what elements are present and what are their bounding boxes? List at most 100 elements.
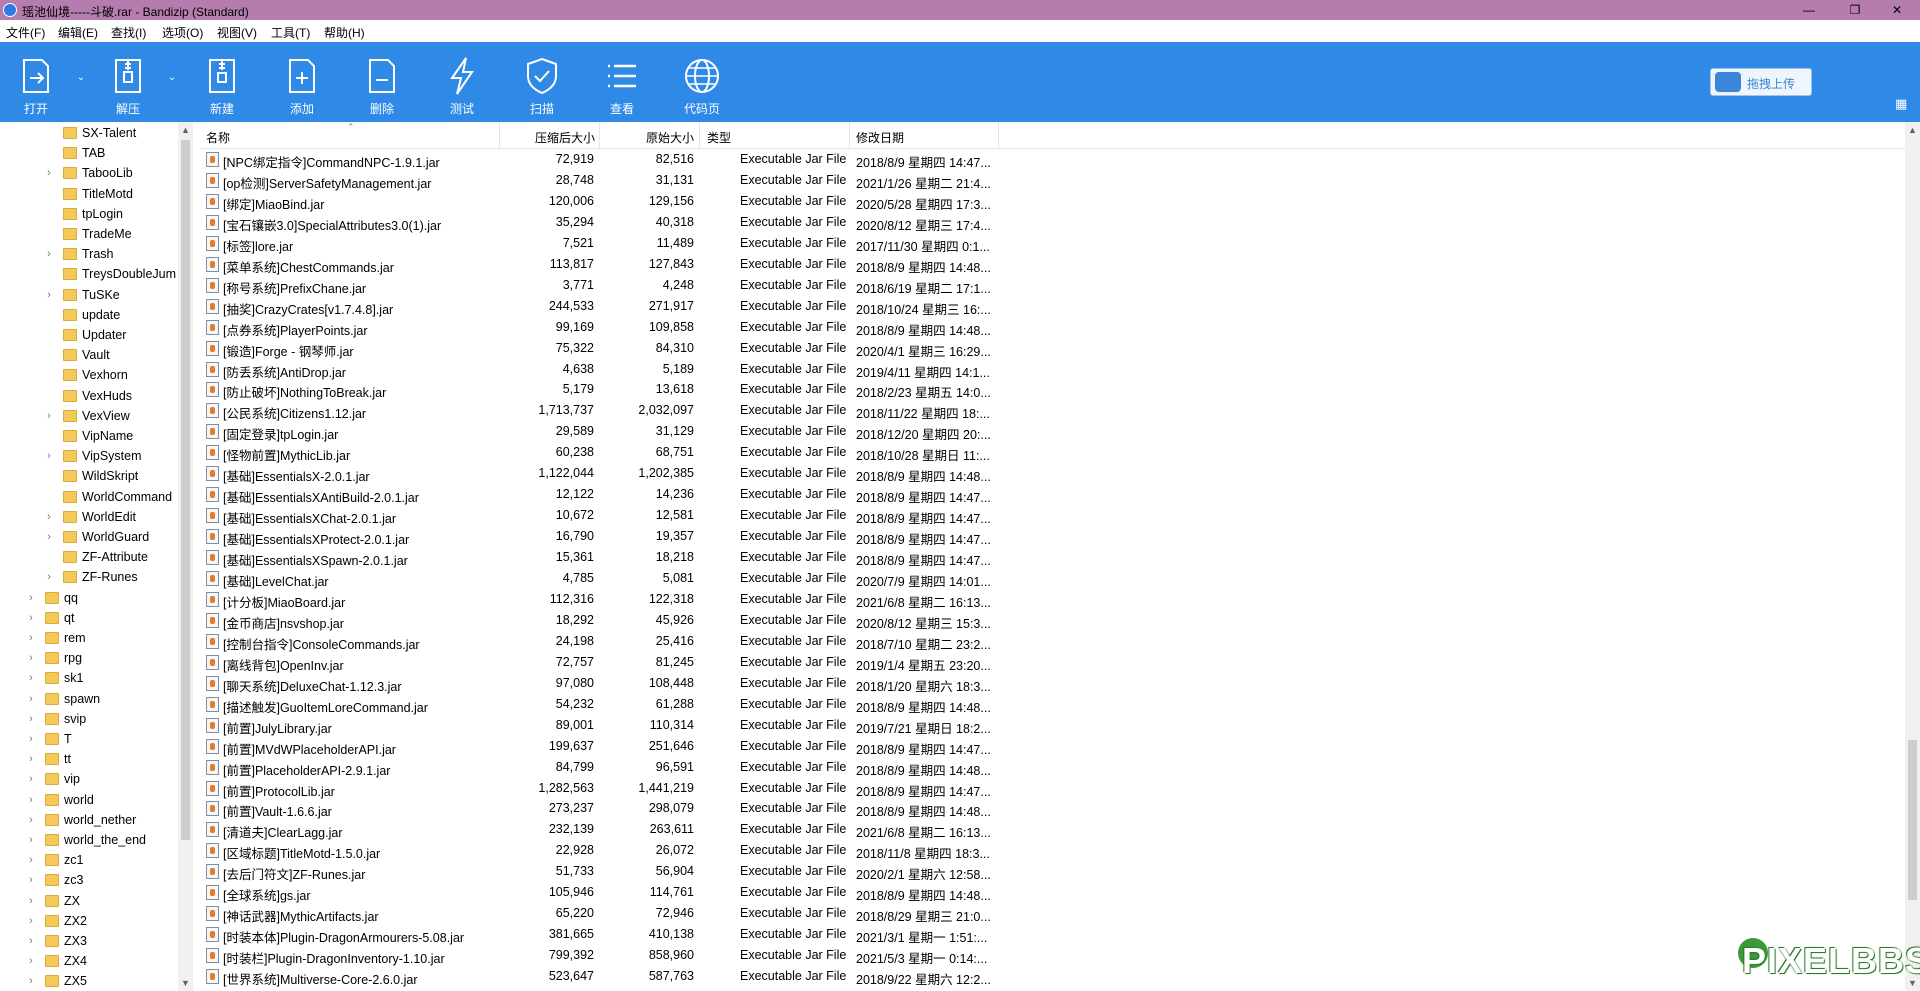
menu-help[interactable]: 帮助(H) bbox=[324, 24, 365, 41]
expand-arrow-icon[interactable]: › bbox=[26, 733, 36, 745]
tree-item[interactable]: TAB bbox=[0, 144, 178, 164]
expand-arrow-icon[interactable]: › bbox=[26, 612, 36, 624]
menu-options[interactable]: 选项(O) bbox=[162, 24, 203, 41]
expand-arrow-icon[interactable]: › bbox=[26, 955, 36, 967]
expand-arrow-icon[interactable]: › bbox=[26, 632, 36, 644]
expand-arrow-icon[interactable]: › bbox=[44, 531, 54, 543]
file-row[interactable]: [基础]EssentialsXSpawn-2.0.1.jar 15,361 18,2… bbox=[200, 547, 1000, 568]
file-row[interactable]: [基础]LevelChat.jar 4,785 5,081 Executable Ja… bbox=[200, 568, 1000, 589]
expand-arrow-icon[interactable]: › bbox=[26, 652, 36, 664]
tree-item[interactable]: › VipSystem bbox=[0, 447, 178, 467]
tree-item[interactable]: › Trash bbox=[0, 245, 178, 265]
expand-arrow-icon[interactable]: › bbox=[26, 753, 36, 765]
menu-edit[interactable]: 编辑(E) bbox=[58, 24, 98, 41]
add-button[interactable]: 添加 bbox=[272, 42, 332, 122]
file-row[interactable]: [前置]ProtocolLib.jar 1,282,563 1,441,219 Exe… bbox=[200, 778, 1000, 799]
tree-item[interactable]: › rpg bbox=[0, 649, 178, 669]
tree-item[interactable]: › sk1 bbox=[0, 669, 178, 689]
extract-dropdown-arrow[interactable]: ⌄ bbox=[166, 72, 178, 84]
file-row[interactable]: [抽奖]CrazyCrates[v1.7.4.8].jar 244,533 271,… bbox=[200, 296, 1000, 317]
expand-arrow-icon[interactable]: › bbox=[26, 672, 36, 684]
grid-view-icon[interactable]: ▦ bbox=[1895, 96, 1909, 111]
extract-button[interactable]: 解压 bbox=[98, 42, 158, 122]
file-row[interactable]: [菜单系统]ChestCommands.jar 113,817 127,843 Exe… bbox=[200, 254, 1000, 275]
tree-item[interactable]: WildSkript bbox=[0, 467, 178, 487]
tree-item[interactable]: › qq bbox=[0, 589, 178, 609]
expand-arrow-icon[interactable]: › bbox=[26, 895, 36, 907]
file-row[interactable]: [金币商店]nsvshop.jar 18,292 45,926 Executable … bbox=[200, 610, 1000, 631]
tree-item[interactable]: › tt bbox=[0, 750, 178, 770]
file-row[interactable]: [时装本体]Plugin-DragonArmourers-5.08.jar 381… bbox=[200, 924, 1000, 945]
tree-item[interactable]: › rem bbox=[0, 629, 178, 649]
expand-arrow-icon[interactable]: › bbox=[44, 571, 54, 583]
file-row[interactable]: [世界系统]Multiverse-Core-2.6.0.jar 523,647 58… bbox=[200, 966, 1000, 987]
tree-item[interactable]: update bbox=[0, 306, 178, 326]
column-separator[interactable] bbox=[599, 122, 600, 148]
tree-item[interactable]: › TabooLib bbox=[0, 164, 178, 184]
file-row[interactable]: [称号系统]PrefixChane.jar 3,771 4,248 Executabl… bbox=[200, 275, 1000, 296]
file-row[interactable]: [神话武器]MythicArtifacts.jar 65,220 72,946 Exe… bbox=[200, 903, 1000, 924]
scrollbar-thumb[interactable] bbox=[1908, 740, 1917, 900]
scroll-down-arrow[interactable]: ▼ bbox=[178, 975, 193, 991]
expand-arrow-icon[interactable]: › bbox=[26, 834, 36, 846]
expand-arrow-icon[interactable]: › bbox=[26, 794, 36, 806]
file-row[interactable]: [怪物前置]MythicLib.jar 60,238 68,751 Executabl… bbox=[200, 442, 1000, 463]
expand-arrow-icon[interactable]: › bbox=[44, 511, 54, 523]
tree-item[interactable]: › WorldGuard bbox=[0, 528, 178, 548]
file-row[interactable]: [去后门符文]ZF-Runes.jar 51,733 56,904 Executabl… bbox=[200, 861, 1000, 882]
tree-item[interactable]: Vault bbox=[0, 346, 178, 366]
menu-tools[interactable]: 工具(T) bbox=[271, 24, 310, 41]
file-row[interactable]: [NPC绑定指令]CommandNPC-1.9.1.jar 72,919 82,51… bbox=[200, 149, 1000, 170]
column-separator[interactable] bbox=[998, 122, 999, 148]
tree-item[interactable]: › T bbox=[0, 730, 178, 750]
file-row[interactable]: [基础]EssentialsXChat-2.0.1.jar 10,672 12,58… bbox=[200, 505, 1000, 526]
drag-upload-button[interactable]: 拖拽上传 bbox=[1710, 68, 1812, 96]
expand-arrow-icon[interactable]: › bbox=[26, 814, 36, 826]
expand-arrow-icon[interactable]: › bbox=[26, 854, 36, 866]
menu-view[interactable]: 视图(V) bbox=[217, 24, 257, 41]
file-row[interactable]: [控制台指令]ConsoleCommands.jar 24,198 25,416 Ex… bbox=[200, 631, 1000, 652]
column-separator[interactable] bbox=[499, 122, 500, 148]
open-dropdown-arrow[interactable]: ⌄ bbox=[75, 72, 87, 84]
file-row[interactable]: [前置]Vault-1.6.6.jar 273,237 298,079 Executa… bbox=[200, 798, 1000, 819]
file-row[interactable]: [清道夫]ClearLagg.jar 232,139 263,611 Executab… bbox=[200, 819, 1000, 840]
tree-item[interactable]: › world_the_end bbox=[0, 831, 178, 851]
column-original-size[interactable]: 原始大小 bbox=[646, 129, 694, 146]
open-button[interactable]: 打开 bbox=[6, 42, 66, 122]
file-row[interactable]: [计分板]MiaoBoard.jar 112,316 122,318 Executab… bbox=[200, 589, 1000, 610]
file-row[interactable]: [绑定]MiaoBind.jar 120,006 129,156 Executable… bbox=[200, 191, 1000, 212]
tree-item[interactable]: › ZX5 bbox=[0, 972, 178, 991]
tree-item[interactable]: TradeMe bbox=[0, 225, 178, 245]
file-row[interactable]: [标签]lore.jar 7,521 11,489 Executable Jar Fi… bbox=[200, 233, 1000, 254]
tree-item[interactable]: › zc1 bbox=[0, 851, 178, 871]
file-row[interactable]: [点券系统]PlayerPoints.jar 99,169 109,858 Execu… bbox=[200, 317, 1000, 338]
test-button[interactable]: 测试 bbox=[432, 42, 492, 122]
tree-item[interactable]: VipName bbox=[0, 427, 178, 447]
file-row[interactable]: [全球系统]gs.jar 105,946 114,761 Executable Jar… bbox=[200, 882, 1000, 903]
file-row[interactable]: [前置]MVdWPlaceholderAPI.jar 199,637 251,646… bbox=[200, 736, 1000, 757]
menu-find[interactable]: 查找(I) bbox=[111, 24, 146, 41]
expand-arrow-icon[interactable]: › bbox=[26, 773, 36, 785]
tree-item[interactable]: WorldCommand bbox=[0, 488, 178, 508]
tree-item[interactable]: › ZX bbox=[0, 892, 178, 912]
expand-arrow-icon[interactable]: › bbox=[26, 874, 36, 886]
view-button[interactable]: 查看 bbox=[592, 42, 652, 122]
column-separator[interactable] bbox=[699, 122, 700, 148]
expand-arrow-icon[interactable]: › bbox=[26, 975, 36, 987]
file-row[interactable]: [op检测]ServerSafetyManagement.jar 28,748 31… bbox=[200, 170, 1000, 191]
delete-button[interactable]: 删除 bbox=[352, 42, 412, 122]
tree-item[interactable]: › ZX4 bbox=[0, 952, 178, 972]
file-row[interactable]: [锻造]Forge - 钢琴师.jar 75,322 84,310 Executabl… bbox=[200, 338, 1000, 359]
file-row[interactable]: [防丢系统]AntiDrop.jar 4,638 5,189 Executable J… bbox=[200, 359, 1000, 380]
expand-arrow-icon[interactable]: › bbox=[44, 248, 54, 260]
tree-item[interactable]: › ZX2 bbox=[0, 912, 178, 932]
expand-arrow-icon[interactable]: › bbox=[26, 713, 36, 725]
expand-arrow-icon[interactable]: › bbox=[44, 450, 54, 462]
expand-arrow-icon[interactable]: › bbox=[26, 915, 36, 927]
file-row[interactable]: [固定登录]tpLogin.jar 29,589 31,129 Executable … bbox=[200, 421, 1000, 442]
expand-arrow-icon[interactable]: › bbox=[26, 592, 36, 604]
scrollbar-thumb[interactable] bbox=[181, 140, 190, 840]
file-row[interactable]: [描述触发]GuoItemLoreCommand.jar 54,232 61,288… bbox=[200, 694, 1000, 715]
file-row[interactable]: [公民系统]Citizens1.12.jar 1,713,737 2,032,097… bbox=[200, 400, 1000, 421]
maximize-button[interactable]: ❐ bbox=[1832, 0, 1878, 20]
